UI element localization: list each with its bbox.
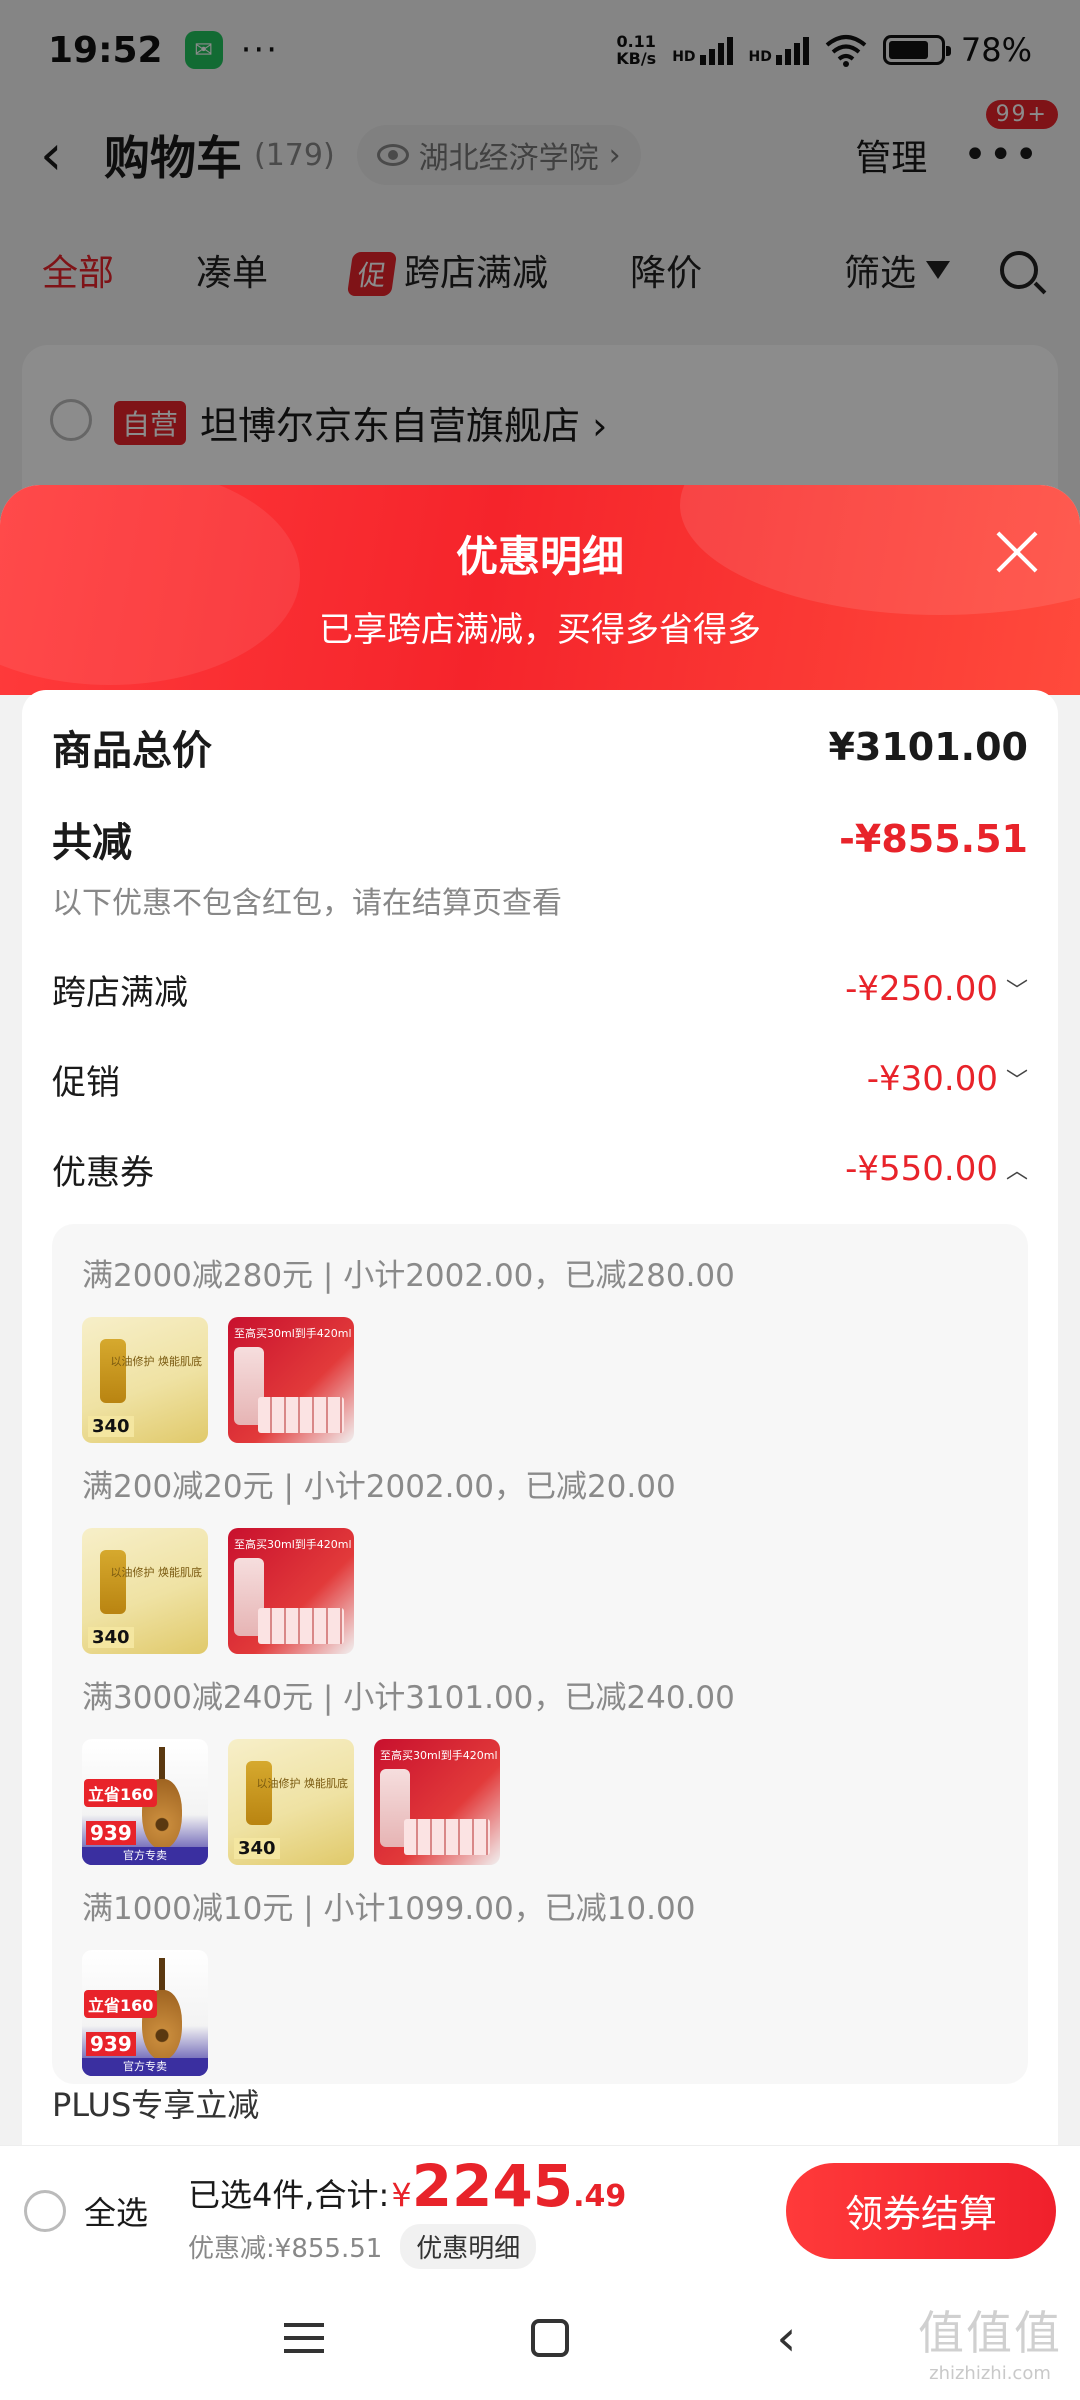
product-thumb-guitar[interactable]: 立省160 939 官方专卖	[82, 1950, 208, 2076]
order-total-decimal: .49	[573, 2179, 627, 2214]
product-thumb-serum[interactable]: 以油修护 焕能肌底 340	[228, 1739, 354, 1865]
total-savings-label: 共减	[52, 820, 132, 866]
total-price-row: 商品总价 ¥3101.00	[52, 690, 1028, 804]
product-thumb-price: 340	[88, 1416, 134, 1437]
total-savings-row: 共减 -¥855.51	[52, 804, 1028, 874]
discount-label: 优惠券	[52, 1152, 154, 1193]
chevron-down-icon: ﹀	[1005, 979, 1028, 1004]
product-thumb-banner: 官方专卖	[82, 2058, 208, 2076]
total-price-value: ¥3101.00	[828, 725, 1028, 769]
sheet-header: 优惠明细 已享跨店满减，买得多省得多	[0, 485, 1080, 695]
discount-row-promotion[interactable]: 促销 -¥30.00 ﹀	[52, 1034, 1028, 1124]
coupon-products: 立省160 939 官方专卖 以油修护 焕能肌底 340 至高买30ml到手420ml	[82, 1739, 998, 1865]
detail-card: 商品总价 ¥3101.00 共减 -¥855.51 以下优惠不包含红包，请在结算…	[22, 690, 1058, 2280]
watermark-url: zhizhizhi.com	[929, 2363, 1051, 2384]
coupon-group-title: 满2000减280元 | 小计2002.00，已减280.00	[82, 1258, 735, 1294]
coupon-group-title: 满200减20元 | 小计2002.00，已减20.00	[82, 1469, 676, 1505]
product-thumb-price: 340	[234, 1838, 280, 1859]
currency-symbol: ¥	[391, 2176, 412, 2214]
system-nav-bar: ‹ 值值值 zhizhizhi.com	[0, 2275, 1080, 2400]
order-total-integer: 2245	[411, 2152, 574, 2220]
coupon-group-title: 满3000减240元 | 小计3101.00，已减240.00	[82, 1680, 735, 1716]
sheet-subtitle: 已享跨店满减，买得多省得多	[319, 610, 761, 650]
select-all-label[interactable]: 全选	[84, 2188, 148, 2234]
discount-amount: -¥30.00	[866, 1059, 998, 1099]
back-nav-icon[interactable]: ‹	[776, 2309, 796, 2367]
total-price-label: 商品总价	[52, 728, 212, 774]
product-thumb-caption: 至高买30ml到手420ml	[380, 1749, 498, 1762]
close-icon[interactable]	[994, 529, 1040, 575]
order-discount: 优惠减:¥855.51	[188, 2234, 383, 2264]
coupon-breakdown: 满2000减280元 | 小计2002.00，已减280.00 以油修护 焕能肌…	[52, 1224, 1028, 2084]
product-thumb-price: 340	[88, 1627, 134, 1648]
coupon-group-title: 满1000减10元 | 小计1099.00，已减10.00	[82, 1891, 696, 1927]
discount-detail-sheet: 优惠明细 已享跨店满减，买得多省得多 商品总价 ¥3101.00 共减 -¥85…	[0, 485, 1080, 2280]
product-thumb-badge: 立省160	[84, 1779, 158, 1807]
sheet-title: 优惠明细	[455, 532, 624, 581]
order-total-line: 已选4件,合计: ¥ 2245 .49	[188, 2152, 626, 2220]
coupon-products: 立省160 939 官方专卖	[82, 1950, 998, 2076]
coupon-products: 以油修护 焕能肌底 340 至高买30ml到手420ml	[82, 1317, 998, 1443]
product-thumb-essence[interactable]: 至高买30ml到手420ml	[228, 1528, 354, 1654]
discount-label: 促销	[52, 1062, 120, 1103]
discount-amount: -¥550.00	[845, 1149, 998, 1189]
watermark: 值值值 zhizhizhi.com	[918, 2297, 1062, 2384]
plus-discount-row[interactable]: PLUS专享立减	[52, 2080, 259, 2126]
product-thumb-serum[interactable]: 以油修护 焕能肌底 340	[82, 1317, 208, 1443]
home-icon[interactable]	[530, 2318, 569, 2357]
product-thumb-caption: 至高买30ml到手420ml	[234, 1327, 352, 1340]
watermark-logo: 值值值	[918, 2306, 1062, 2360]
product-thumb-caption: 至高买30ml到手420ml	[234, 1538, 352, 1551]
product-thumb-price: 939	[86, 1821, 136, 1845]
discount-line: 优惠减:¥855.51 优惠明细	[188, 2224, 626, 2269]
product-thumb-caption: 以油修护 焕能肌底	[110, 1566, 203, 1579]
savings-note: 以下优惠不包含红包，请在结算页查看	[52, 886, 562, 921]
discount-detail-button[interactable]: 优惠明细	[400, 2224, 537, 2269]
checkout-bar: 全选 已选4件,合计: ¥ 2245 .49 优惠减:¥855.51 优惠明细 …	[0, 2145, 1080, 2275]
product-thumb-guitar[interactable]: 立省160 939 官方专卖	[82, 1739, 208, 1865]
product-thumb-caption: 以油修护 焕能肌底	[256, 1777, 349, 1790]
chevron-up-icon: ︿	[1005, 1159, 1028, 1184]
product-thumb-price: 939	[86, 2032, 136, 2056]
chevron-down-icon: ﹀	[1005, 1069, 1028, 1094]
product-thumb-banner: 官方专卖	[82, 1847, 208, 1865]
select-all-checkbox[interactable]	[24, 2189, 66, 2232]
discount-amount: -¥250.00	[845, 969, 998, 1009]
checkout-button[interactable]: 领券结算	[786, 2162, 1056, 2259]
menu-icon[interactable]	[283, 2322, 324, 2353]
total-savings-value: -¥855.51	[839, 817, 1028, 861]
discount-row-cross-store[interactable]: 跨店满减 -¥250.00 ﹀	[52, 944, 1028, 1034]
discount-label: 跨店满减	[52, 972, 188, 1013]
coupon-products: 以油修护 焕能肌底 340 至高买30ml到手420ml	[82, 1528, 998, 1654]
product-thumb-essence[interactable]: 至高买30ml到手420ml	[228, 1317, 354, 1443]
product-thumb-caption: 以油修护 焕能肌底	[110, 1355, 203, 1368]
product-thumb-serum[interactable]: 以油修护 焕能肌底 340	[82, 1528, 208, 1654]
order-summary-prefix: 已选4件,合计:	[188, 2176, 390, 2214]
product-thumb-essence[interactable]: 至高买30ml到手420ml	[374, 1739, 500, 1865]
product-thumb-badge: 立省160	[84, 1990, 158, 2018]
order-summary: 已选4件,合计: ¥ 2245 .49 优惠减:¥855.51 优惠明细	[188, 2152, 626, 2269]
discount-row-coupon[interactable]: 优惠券 -¥550.00 ︿	[52, 1124, 1028, 1214]
